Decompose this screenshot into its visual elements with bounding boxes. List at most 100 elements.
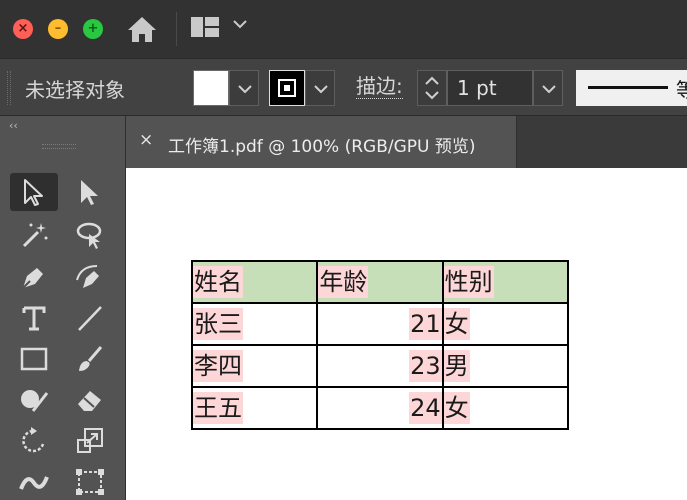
title-separator — [176, 12, 177, 46]
table-cell[interactable]: 24 — [316, 386, 444, 430]
close-icon: × — [17, 21, 29, 36]
stroke-dropdown-button[interactable] — [305, 70, 335, 106]
paintbrush-tool[interactable] — [66, 340, 114, 378]
chevron-down-icon — [238, 85, 252, 94]
selection-arrow-icon — [24, 179, 43, 206]
width-tool-icon — [19, 476, 49, 490]
shaper-tool[interactable] — [10, 381, 58, 419]
cell-name: 张三 — [193, 308, 243, 340]
header-name: 姓名 — [193, 266, 243, 298]
home-button[interactable] — [126, 15, 158, 43]
stroke-color-swatch[interactable] — [269, 70, 305, 106]
rotate-tool[interactable] — [10, 422, 58, 460]
control-bar-grip[interactable] — [7, 71, 11, 105]
variable-width-profile-select[interactable]: 等 — [576, 70, 687, 106]
artboard-canvas[interactable]: 姓名 年龄 性别 张三 21 女 李四 23 男 王五 24 女 — [126, 168, 687, 500]
home-icon — [128, 17, 156, 42]
table-header-cell[interactable]: 性别 — [441, 260, 570, 304]
table-cell[interactable]: 张三 — [190, 302, 319, 346]
cell-age: 23 — [409, 350, 442, 382]
header-gender: 性别 — [443, 266, 494, 298]
table-cell[interactable]: 23 — [316, 344, 444, 388]
scale-tool[interactable] — [66, 422, 114, 460]
stroke-swatch-frame — [278, 79, 296, 97]
pen-tool[interactable] — [10, 258, 58, 296]
window-minimize-button[interactable]: – — [48, 19, 68, 39]
table-cell[interactable]: 王五 — [190, 386, 319, 430]
window-maximize-button[interactable]: + — [83, 19, 103, 39]
pen-nib-icon — [22, 268, 43, 289]
magic-wand-icon — [22, 223, 48, 248]
free-transform-tool[interactable] — [66, 463, 114, 500]
cell-gender: 女 — [443, 308, 470, 340]
curvature-pen-icon — [76, 265, 99, 288]
table-header-row: 姓名 年龄 性别 — [190, 260, 570, 304]
rectangle-icon — [20, 347, 48, 371]
fill-color-swatch[interactable] — [193, 70, 229, 106]
table-header-cell[interactable]: 姓名 — [190, 260, 319, 304]
type-t-icon — [22, 306, 46, 331]
cell-name: 王五 — [193, 392, 243, 424]
direct-selection-tool[interactable] — [66, 173, 114, 211]
rectangle-tool[interactable] — [10, 340, 58, 378]
data-table[interactable]: 姓名 年龄 性别 张三 21 女 李四 23 男 王五 24 女 — [190, 260, 570, 430]
tools-panel-grip[interactable] — [42, 144, 76, 149]
header-age: 年龄 — [318, 266, 369, 298]
cell-gender: 男 — [443, 350, 470, 382]
line-profile-label: 等 — [676, 78, 687, 102]
workspace-layout-icon — [191, 17, 219, 37]
title-bar: × – + — [0, 0, 687, 58]
chevron-down-icon — [542, 85, 556, 94]
cell-name: 李四 — [193, 350, 243, 382]
table-cell[interactable]: 21 — [316, 302, 444, 346]
document-tab-bar: × 工作簿1.pdf @ 100% (RGB/GPU 预览) — [126, 116, 687, 168]
window-close-button[interactable]: × — [13, 19, 33, 39]
collapse-panel-button[interactable]: ‹‹ — [9, 119, 18, 132]
chevron-down-icon — [314, 85, 328, 94]
table-header-cell[interactable]: 年龄 — [316, 260, 444, 304]
table-cell[interactable]: 女 — [441, 386, 570, 430]
paintbrush-icon — [79, 346, 103, 371]
stroke-weight-stepper[interactable] — [417, 70, 447, 106]
line-segment-tool[interactable] — [66, 299, 114, 337]
type-tool[interactable] — [10, 299, 58, 337]
table-row: 王五 24 女 — [190, 386, 570, 430]
direct-selection-arrow-icon — [81, 180, 98, 205]
stroke-panel-link[interactable]: 描边: — [356, 74, 403, 99]
line-profile-preview — [588, 86, 668, 89]
table-cell[interactable]: 女 — [441, 302, 570, 346]
chevron-down-icon — [233, 20, 247, 29]
workspace-switcher-button[interactable] — [190, 16, 220, 38]
table-cell[interactable]: 男 — [441, 344, 570, 388]
scale-icon — [77, 428, 103, 453]
selection-status-label: 未选择对象 — [25, 78, 125, 102]
shaper-icon — [21, 390, 49, 412]
cell-gender: 女 — [443, 392, 470, 424]
eraser-tool[interactable] — [66, 381, 114, 419]
width-tool[interactable] — [10, 463, 58, 500]
minimize-icon: – — [54, 21, 62, 36]
fill-dropdown-button[interactable] — [229, 70, 259, 106]
workspace-dropdown-button[interactable] — [232, 14, 250, 36]
table-cell[interactable]: 李四 — [190, 344, 319, 388]
cell-age: 24 — [409, 392, 442, 424]
document-tab[interactable]: × 工作簿1.pdf @ 100% (RGB/GPU 预览) — [126, 116, 517, 168]
table-row: 张三 21 女 — [190, 302, 570, 346]
eraser-icon — [78, 391, 101, 411]
stroke-weight-input[interactable]: 1 pt — [447, 70, 533, 106]
stroke-weight-dropdown-button[interactable] — [533, 70, 563, 106]
magic-wand-tool[interactable] — [10, 216, 58, 254]
document-tab-title[interactable]: 工作簿1.pdf @ 100% (RGB/GPU 预览) — [168, 132, 476, 157]
lasso-tool[interactable] — [66, 216, 114, 254]
tools-panel: ‹‹ — [0, 116, 126, 500]
control-bar: 未选择对象 描边: 1 pt 等 — [0, 58, 687, 116]
cell-age: 21 — [409, 308, 442, 340]
up-down-arrows-icon — [425, 76, 439, 100]
lasso-icon — [76, 222, 102, 249]
close-document-button[interactable]: × — [139, 130, 153, 150]
selection-tool[interactable] — [10, 173, 58, 211]
curvature-tool[interactable] — [66, 258, 114, 296]
table-row: 李四 23 男 — [190, 344, 570, 388]
rotate-icon — [22, 427, 45, 453]
free-transform-icon — [76, 469, 104, 495]
